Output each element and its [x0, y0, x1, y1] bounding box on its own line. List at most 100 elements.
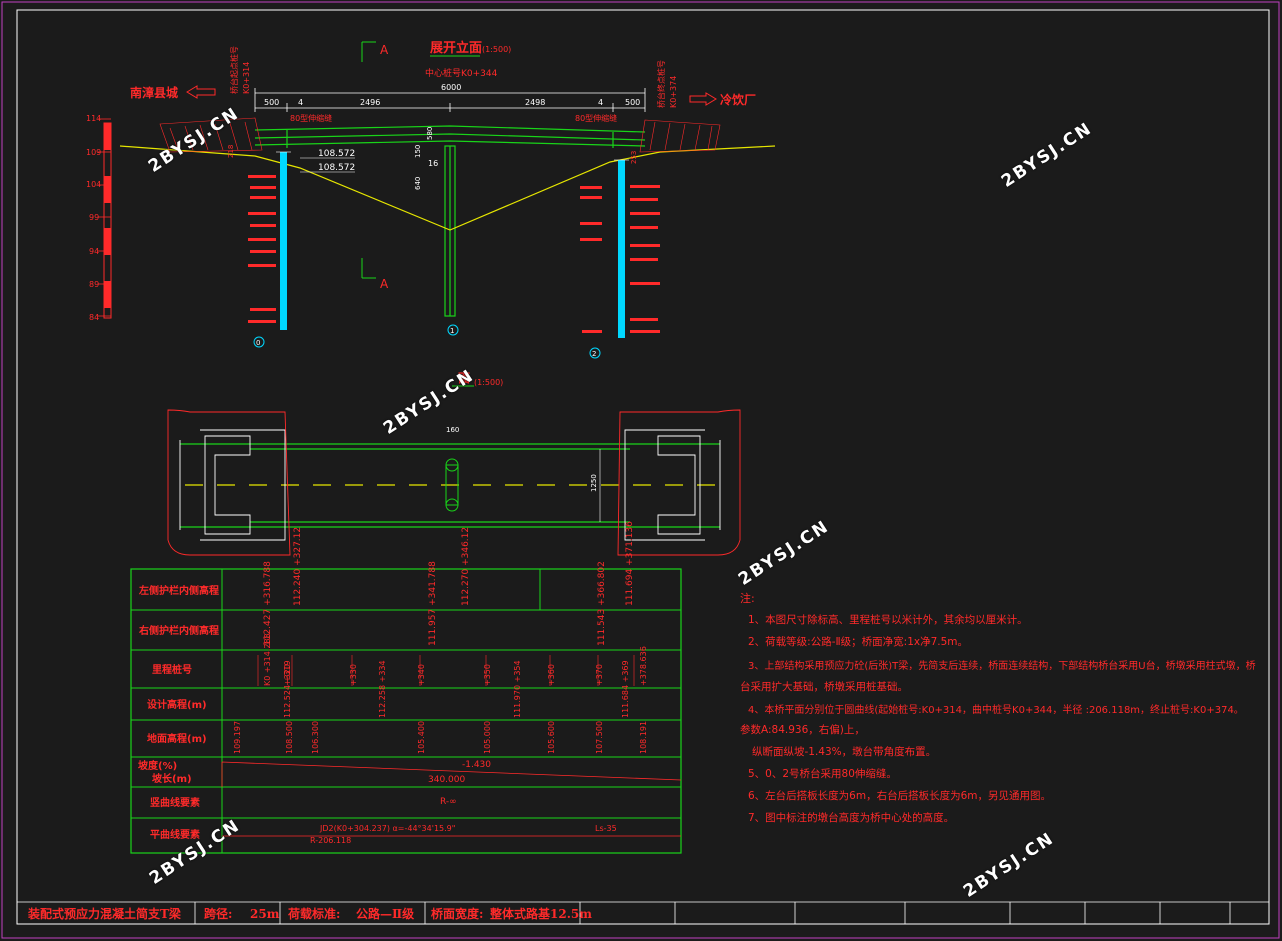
dim-580: 580	[426, 127, 434, 140]
width-label: 桥面宽度:	[431, 907, 484, 921]
load-value: 公路—Ⅱ级	[356, 907, 415, 921]
ground-elev-3: 106.300	[311, 721, 320, 754]
vertical-value: R-∞	[440, 797, 457, 807]
dim-left-500: 500	[264, 98, 279, 107]
ground-elev-6: 105.600	[547, 721, 556, 754]
right-abutment-hatch	[639, 119, 721, 153]
row-station: 里程桩号	[152, 663, 192, 676]
expansion-joint-left: 80型伸缩缝	[290, 113, 332, 123]
dim-1250: 1250	[590, 474, 598, 492]
ground-elev-5: 105.000	[483, 721, 492, 754]
dim-16: 16	[428, 159, 438, 168]
note-1: 1、本图尺寸除标高、里程桩号以米计外，其余均以厘米计。	[748, 614, 1028, 626]
horizontal-ls: Ls-35	[595, 824, 617, 833]
left-geology-notes	[248, 175, 276, 323]
width-value: 整体式路基12.5m	[490, 907, 592, 921]
row-grade: 坡度(%)	[138, 759, 177, 772]
ground-line	[119, 145, 776, 231]
scale-tick-99: 99	[89, 213, 99, 222]
girders	[254, 125, 646, 317]
scale-tick-89: 89	[89, 280, 99, 289]
elevation-view: A A 展开立面 (1:500) 中心桩号K0+344 桥台起点桩号 K0+31…	[86, 40, 776, 359]
right-pile	[618, 160, 625, 338]
design-elev-2: 112.258 +334	[378, 660, 387, 718]
row-design-elev: 设计高程(m)	[147, 698, 207, 711]
dim-left-4: 4	[298, 98, 303, 107]
pier-label-1: 1	[450, 327, 454, 335]
ground-elev-4: 105.400	[417, 721, 426, 754]
note-3b: 台采用扩大基础，桥墩采用桩基础。	[740, 681, 908, 693]
grade-value: -1.430	[462, 760, 491, 770]
note-2: 2、荷载等级:公路-Ⅱ级；桥面净宽:1x净7.5m。	[748, 636, 969, 648]
svg-text:桥台起点桩号: 桥台起点桩号	[229, 46, 239, 94]
note-6: 6、左台后搭板长度为6m，右台后搭板长度为6m，另见通用图。	[748, 790, 1051, 802]
row-length: 坡长(m)	[152, 772, 192, 785]
expansion-joint-right: 80型伸缩缝	[575, 113, 617, 123]
station-7: +370	[595, 664, 604, 686]
scale-tick-84: 84	[89, 313, 99, 322]
scale-tick-104: 104	[86, 180, 101, 189]
section-mark-bottom: A	[380, 277, 389, 291]
ground-elev-7: 107.500	[595, 721, 604, 754]
note-5: 5、0、2号桥台采用80伸缩缝。	[748, 768, 897, 780]
plan-view: 面 (1:500) 160 1250	[167, 371, 741, 556]
row-horizontal: 平曲线要素	[150, 828, 200, 841]
dim-253: 253	[630, 151, 638, 164]
svg-text:K0+314: K0+314	[242, 62, 251, 94]
note-4c: 纵断面纵坡-1.43%，墩台带角度布置。	[752, 746, 937, 758]
horizontal-value: JD2(K0+304.237) α=-44°34'15.9"	[319, 824, 455, 833]
elevation-scale: (1:500)	[482, 45, 511, 54]
scale-tick-94: 94	[89, 247, 99, 256]
station-3: +330	[349, 664, 358, 686]
row-vertical: 竖曲线要素	[150, 796, 200, 809]
dim-total: 6000	[441, 83, 461, 92]
dim-2498: 2498	[525, 98, 545, 107]
row-ground-elev: 地面高程(m)	[147, 732, 207, 745]
dim-640: 640	[414, 177, 422, 190]
svg-text:K0+374: K0+374	[669, 76, 678, 108]
title-name: 装配式预应力混凝土简支T梁	[28, 907, 181, 921]
ground-elev-1: 109.197	[233, 721, 242, 754]
ground-elev-2: 108.500	[285, 721, 294, 754]
design-elev-1: 112.524 +319	[283, 660, 292, 718]
design-elev-3: 111.970 +354	[513, 660, 522, 718]
left-rail-1: 112.240 +327.12	[293, 527, 303, 606]
load-label: 荷载标准:	[288, 907, 341, 921]
row-left-rail: 左侧护栏内侧高程	[138, 584, 219, 597]
right-direction: 冷饮厂	[720, 92, 756, 107]
elevation-title: 展开立面	[430, 40, 482, 56]
right-rail-1: 112.427 +316.788	[263, 561, 273, 646]
left-abutment-plan	[167, 409, 291, 556]
ground-elev-8: 108.191	[639, 721, 648, 754]
station-1: K0 +314.288	[263, 633, 272, 686]
dim-150: 150	[414, 145, 422, 158]
span-label: 跨径:	[204, 907, 233, 921]
scale-tick-114: 114	[86, 114, 101, 123]
length-value: 340.000	[428, 775, 465, 785]
profile-table: 左侧护栏内侧高程 右侧护栏内侧高程 里程桩号 设计高程(m) 地面高程(m) 坡…	[130, 521, 682, 854]
notes-title: 注:	[740, 592, 755, 605]
note-4b: 参数A:84.936，右偏)上，	[740, 724, 865, 736]
elev-mark-1: 108.572	[318, 149, 355, 159]
svg-text:桥台终点桩号: 桥台终点桩号	[656, 60, 666, 108]
dim-2496: 2496	[360, 98, 380, 107]
design-elev-4: 111.684 +369	[621, 660, 630, 718]
horizontal-r: R-206.118	[310, 836, 351, 845]
row-right-rail: 右侧护栏内侧高程	[138, 624, 219, 637]
dim-160: 160	[446, 426, 459, 434]
right-station-label: 桥台终点桩号 K0+374	[656, 60, 678, 108]
dim-218: 218	[227, 145, 235, 158]
station-8: +378.636	[639, 646, 648, 686]
right-arrow-icon	[689, 92, 717, 106]
scale-tick-109: 109	[86, 148, 101, 157]
note-4: 4、本桥平面分别位于圆曲线(起始桩号:K0+314，曲中桩号K0+344，半径 …	[748, 705, 1244, 716]
station-4: +340	[417, 664, 426, 686]
pier-label-2: 2	[592, 350, 596, 358]
left-rail-3: 111.694 +371.136	[625, 521, 635, 606]
span-value: 25m	[250, 907, 280, 921]
left-station-label: 桥台起点桩号 K0+314	[229, 46, 251, 94]
right-abutment-plan	[617, 409, 741, 556]
dim-right-500: 500	[625, 98, 640, 107]
note-7: 7、图中标注的墩台高度为桥中心处的高度。	[748, 812, 955, 824]
left-direction: 南漳县城	[130, 85, 178, 100]
